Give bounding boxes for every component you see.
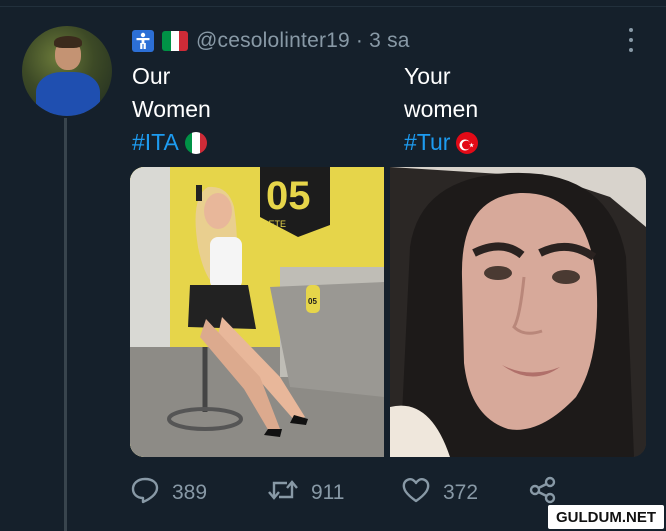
retweet-count: 911 xyxy=(311,481,345,504)
avatar-hair xyxy=(54,36,82,48)
retweet-icon[interactable] xyxy=(267,477,299,509)
text-line: Your xyxy=(404,63,451,89)
studio-photo-illustration: 05 RETE 05 xyxy=(130,167,384,457)
tweet-media[interactable]: 05 RETE 05 xyxy=(130,167,646,457)
like-action[interactable]: 372 xyxy=(401,476,528,510)
like-count: 372 xyxy=(443,481,479,504)
hashtag-tur[interactable]: #Tur xyxy=(404,126,479,159)
text-line: Women xyxy=(132,96,211,122)
tweet-text-left: Our Women #ITA xyxy=(132,60,211,159)
mic-text: 05 xyxy=(308,297,317,306)
watermark: GULDUM.NET xyxy=(548,505,664,529)
reply-count: 389 xyxy=(172,481,208,504)
tweet-header: @cesololinter19 · 3 sa xyxy=(132,28,410,54)
reply-icon[interactable] xyxy=(130,476,160,510)
avatar[interactable] xyxy=(22,26,112,116)
text-line: Our xyxy=(132,63,171,89)
hashtag-label[interactable]: #ITA xyxy=(132,126,179,159)
tweet-actions: 389 911 372 xyxy=(130,476,558,510)
user-handle-timestamp[interactable]: @cesololinter19 · 3 sa xyxy=(196,29,410,53)
tweet-text-right: Your women #Tur xyxy=(404,60,479,159)
more-options-icon[interactable] xyxy=(626,28,636,52)
text-line: women xyxy=(404,96,479,122)
media-photo-left[interactable]: 05 RETE 05 xyxy=(130,167,384,457)
sign-text: 05 xyxy=(266,174,311,218)
heart-icon[interactable] xyxy=(401,476,431,510)
reply-action[interactable]: 389 xyxy=(130,476,267,510)
italy-flag-icon xyxy=(162,31,188,51)
selfie-photo-illustration xyxy=(390,167,646,457)
turkey-flag-emoji-icon xyxy=(456,131,479,154)
accessibility-icon xyxy=(132,30,154,52)
sign-subtext: RETE xyxy=(262,219,286,229)
italy-flag-emoji-icon xyxy=(184,131,207,154)
media-photo-right[interactable] xyxy=(390,167,646,457)
top-divider xyxy=(0,6,666,7)
avatar-shirt xyxy=(36,72,100,116)
hashtag-label[interactable]: #Tur xyxy=(404,126,450,159)
hashtag-ita[interactable]: #ITA xyxy=(132,126,211,159)
thread-line xyxy=(64,118,67,531)
retweet-action[interactable]: 911 xyxy=(267,477,401,509)
